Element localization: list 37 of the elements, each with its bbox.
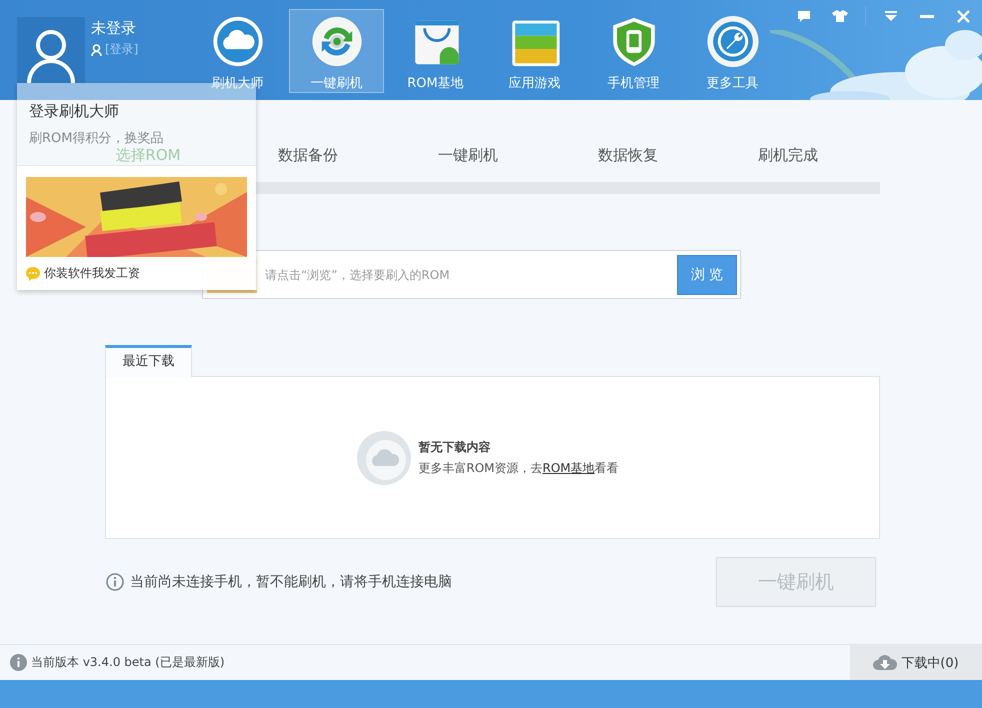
chat-bubble-icon: [797, 10, 811, 22]
empty-hint: 更多丰富ROM资源，去ROM基地看看: [418, 460, 619, 476]
rom-link[interactable]: ROM基地: [542, 460, 595, 474]
nav-tab[interactable]: 手机管理: [586, 9, 681, 93]
downloads-button[interactable]: 下载中(0): [850, 645, 982, 680]
wrench-gear-icon: [704, 15, 760, 68]
empty-title: 暂无下载内容: [418, 438, 492, 456]
cloud-download-icon: [873, 654, 898, 671]
nav-tab[interactable]: 一键刷机: [289, 9, 384, 93]
connection-notice: 当前尚未连接手机，暂不能刷机，请将手机连接电脑: [130, 573, 452, 591]
step-label: 数据恢复: [598, 146, 658, 164]
version-text: 当前版本 v3.4.0 beta (已是最新版): [31, 654, 224, 671]
step-label: 刷机完成: [758, 146, 818, 164]
cloud-icon: [356, 430, 412, 486]
nav-tab[interactable]: 应用游戏: [487, 9, 582, 93]
step-label: 选择ROM: [115, 146, 181, 164]
info-icon: [10, 654, 27, 671]
minimize-icon: [920, 14, 934, 18]
nav-tab[interactable]: 更多工具: [685, 9, 780, 93]
login-link[interactable]: [登录]: [91, 41, 181, 58]
dropdown-icon: [884, 11, 898, 21]
chat-bubble-icon: [26, 266, 40, 280]
info-icon: [106, 573, 124, 591]
shirt-icon: [832, 10, 848, 22]
browse-button[interactable]: 浏 览: [677, 254, 737, 294]
rom-file-field[interactable]: 请点击“浏览”，选择要刷入的ROM 浏 览: [202, 250, 741, 299]
popup-title: 登录刷机大师: [29, 102, 120, 121]
step-label: 数据备份: [278, 146, 338, 164]
user-icon: [91, 44, 102, 56]
recent-downloads-tab[interactable]: 最近下载: [105, 345, 192, 377]
step-label: 一键刷机: [438, 146, 498, 164]
user-name: 未登录: [91, 19, 137, 38]
user-icon: [26, 27, 76, 83]
close-icon: [956, 10, 970, 22]
avatar[interactable]: [17, 17, 85, 83]
popup-subtitle: 刷ROM得积分，换奖品: [29, 130, 164, 147]
nav-tab[interactable]: ROM基地: [388, 9, 483, 93]
